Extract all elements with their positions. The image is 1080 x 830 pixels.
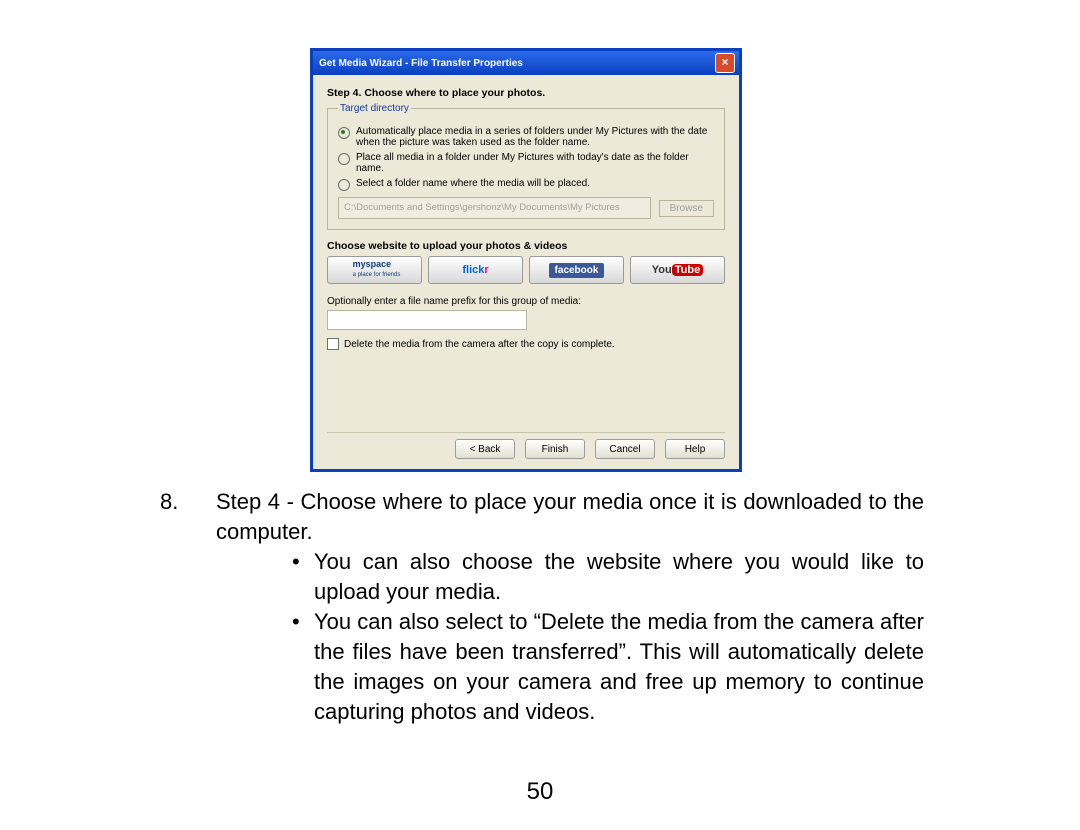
titlebar[interactable]: Get Media Wizard - File Transfer Propert…	[313, 51, 739, 75]
flickr-logo-b: r	[484, 264, 488, 276]
bullet-upload: You can also choose the website where yo…	[216, 547, 924, 607]
folder-path-input: C:\Documents and Settings\gershonz\My Do…	[338, 197, 651, 219]
facebook-button[interactable]: facebook	[529, 256, 624, 284]
youtube-tube: Tube	[672, 264, 703, 276]
myspace-button[interactable]: myspace a place for friends	[327, 256, 422, 284]
radio-label: Automatically place media in a series of…	[356, 126, 714, 148]
checkbox-icon	[327, 338, 339, 350]
flickr-logo-a: flick	[462, 264, 484, 276]
checkbox-label: Delete the media from the camera after t…	[344, 339, 615, 350]
myspace-logo-text: myspace	[353, 259, 392, 269]
dialog-body: Step 4. Choose where to place your photo…	[313, 75, 739, 360]
radio-icon	[338, 179, 350, 191]
radio-select-folder[interactable]: Select a folder name where the media wil…	[338, 178, 714, 191]
manual-step-8: 8. Step 4 - Choose where to place your m…	[160, 487, 924, 727]
radio-icon	[338, 127, 350, 139]
bullet-delete: You can also select to “Delete the media…	[216, 607, 924, 727]
upload-heading: Choose website to upload your photos & v…	[327, 240, 725, 252]
close-icon[interactable]: ×	[715, 53, 735, 73]
delete-checkbox[interactable]: Delete the media from the camera after t…	[327, 338, 725, 350]
step-heading: Step 4. Choose where to place your photo…	[327, 87, 725, 99]
youtube-button[interactable]: YouTube	[630, 256, 725, 284]
youtube-you: You	[652, 264, 672, 276]
facebook-logo-text: facebook	[549, 263, 605, 278]
help-button[interactable]: Help	[665, 439, 725, 459]
flickr-button[interactable]: flickr	[428, 256, 523, 284]
fieldset-legend: Target directory	[338, 103, 411, 114]
target-directory-group: Target directory Automatically place med…	[327, 103, 725, 230]
step-text: Step 4 - Choose where to place your medi…	[216, 487, 924, 547]
window-title: Get Media Wizard - File Transfer Propert…	[319, 58, 523, 69]
page-number: 50	[0, 778, 1080, 806]
browse-button: Browse	[659, 200, 714, 217]
back-button[interactable]: < Back	[455, 439, 515, 459]
finish-button[interactable]: Finish	[525, 439, 585, 459]
radio-auto-folders[interactable]: Automatically place media in a series of…	[338, 126, 714, 148]
list-number: 8.	[160, 487, 178, 517]
radio-icon	[338, 153, 350, 165]
myspace-tagline: a place for friends	[353, 272, 401, 278]
radio-label: Select a folder name where the media wil…	[356, 178, 590, 189]
prefix-label: Optionally enter a file name prefix for …	[327, 296, 725, 307]
cancel-button[interactable]: Cancel	[595, 439, 655, 459]
separator	[327, 432, 725, 433]
prefix-input[interactable]	[327, 310, 527, 330]
radio-today-folder[interactable]: Place all media in a folder under My Pic…	[338, 152, 714, 174]
radio-label: Place all media in a folder under My Pic…	[356, 152, 714, 174]
wizard-dialog: Get Media Wizard - File Transfer Propert…	[310, 48, 742, 472]
